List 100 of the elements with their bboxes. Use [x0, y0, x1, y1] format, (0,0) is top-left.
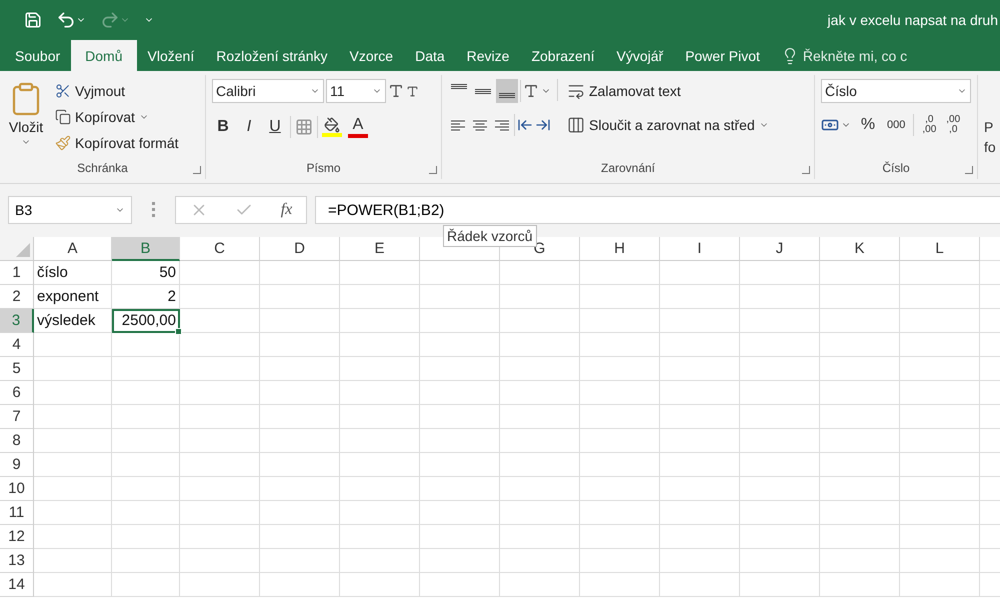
table-cell[interactable]	[500, 381, 580, 405]
grow-font-icon[interactable]	[388, 83, 404, 99]
table-cell[interactable]	[420, 285, 500, 309]
table-cell[interactable]	[580, 261, 660, 285]
table-cell[interactable]	[500, 525, 580, 549]
table-cell[interactable]	[420, 429, 500, 453]
table-cell[interactable]	[900, 405, 980, 429]
table-cell[interactable]	[820, 525, 900, 549]
font-name-field[interactable]: Calibri	[212, 79, 324, 103]
table-cell[interactable]	[900, 333, 980, 357]
table-cell[interactable]	[900, 309, 980, 333]
table-cell[interactable]	[260, 381, 340, 405]
table-cell[interactable]	[34, 573, 112, 597]
column-header[interactable]: H	[580, 237, 660, 261]
table-cell[interactable]	[660, 573, 740, 597]
ribbon-label[interactable]: P	[984, 119, 994, 135]
table-cell[interactable]	[580, 309, 660, 333]
table-cell[interactable]	[260, 333, 340, 357]
table-cell[interactable]	[260, 261, 340, 285]
table-cell[interactable]	[820, 357, 900, 381]
table-cell[interactable]	[580, 357, 660, 381]
table-cell[interactable]	[420, 261, 500, 285]
row-header[interactable]: 4	[0, 333, 34, 357]
table-cell[interactable]	[660, 381, 740, 405]
table-cell[interactable]	[420, 573, 500, 597]
table-cell[interactable]	[900, 573, 980, 597]
table-cell[interactable]	[660, 261, 740, 285]
table-cell[interactable]	[740, 477, 820, 501]
table-cell[interactable]	[660, 429, 740, 453]
underline-button[interactable]: U	[264, 115, 286, 139]
table-cell[interactable]	[112, 549, 180, 573]
table-cell[interactable]	[420, 309, 500, 333]
paste-button[interactable]: Vložit	[6, 79, 46, 157]
number-format-field[interactable]: Číslo	[821, 79, 971, 103]
table-cell[interactable]	[260, 525, 340, 549]
table-cell[interactable]	[34, 501, 112, 525]
table-cell[interactable]	[740, 309, 820, 333]
table-cell[interactable]	[740, 405, 820, 429]
table-cell[interactable]	[112, 501, 180, 525]
row-header[interactable]: 5	[0, 357, 34, 381]
row-header[interactable]: 6	[0, 381, 34, 405]
table-cell[interactable]	[112, 525, 180, 549]
ribbon-tab[interactable]: Data	[404, 40, 456, 71]
table-cell[interactable]	[660, 501, 740, 525]
table-cell[interactable]	[112, 573, 180, 597]
column-header[interactable]: D	[260, 237, 340, 261]
table-cell[interactable]	[580, 381, 660, 405]
table-cell[interactable]	[180, 477, 260, 501]
table-cell[interactable]	[340, 501, 420, 525]
table-cell[interactable]	[34, 357, 112, 381]
table-cell[interactable]	[340, 261, 420, 285]
table-cell[interactable]	[260, 285, 340, 309]
tell-me-field[interactable]: Řekněte mi, co c	[802, 48, 908, 64]
table-cell[interactable]	[500, 261, 580, 285]
table-cell[interactable]	[500, 453, 580, 477]
font-size-field[interactable]: 11	[326, 79, 386, 103]
table-cell[interactable]	[900, 261, 980, 285]
row-header[interactable]: 9	[0, 453, 34, 477]
table-cell[interactable]	[180, 381, 260, 405]
table-cell[interactable]	[580, 573, 660, 597]
table-cell[interactable]	[112, 405, 180, 429]
merge-center-button[interactable]: Sloučit a zarovnat na střed	[564, 113, 772, 137]
table-cell[interactable]	[660, 477, 740, 501]
table-cell[interactable]	[340, 477, 420, 501]
ribbon-tab[interactable]: Vzorce	[338, 40, 404, 71]
table-cell[interactable]	[900, 501, 980, 525]
table-cell[interactable]	[740, 357, 820, 381]
table-cell[interactable]	[260, 501, 340, 525]
fill-color-icon[interactable]	[322, 117, 342, 137]
ribbon-label[interactable]: fo	[984, 139, 996, 155]
formula-field[interactable]: =POWER(B1;B2)	[315, 196, 1000, 224]
table-cell[interactable]	[340, 333, 420, 357]
ribbon-tab[interactable]: Vývojář	[606, 40, 674, 71]
launcher-icon[interactable]	[429, 166, 437, 174]
table-cell[interactable]	[500, 477, 580, 501]
copy-button[interactable]: Kopírovat	[52, 105, 182, 129]
font-color-button[interactable]: A	[346, 115, 370, 139]
table-cell[interactable]: 2500,00	[112, 309, 180, 333]
increase-decimal-button[interactable]: ,0 ,00	[920, 115, 938, 135]
table-cell[interactable]	[340, 525, 420, 549]
table-cell[interactable]	[660, 357, 740, 381]
table-cell[interactable]	[900, 525, 980, 549]
launcher-icon[interactable]	[802, 166, 810, 174]
row-header[interactable]: 14	[0, 573, 34, 597]
table-cell[interactable]	[500, 501, 580, 525]
row-header[interactable]: 12	[0, 525, 34, 549]
table-cell[interactable]	[34, 477, 112, 501]
table-cell[interactable]	[820, 381, 900, 405]
launcher-icon[interactable]	[193, 166, 201, 174]
table-cell[interactable]	[660, 525, 740, 549]
table-cell[interactable]: výsledek	[34, 309, 112, 333]
column-header[interactable]: J	[740, 237, 820, 261]
table-cell[interactable]	[112, 357, 180, 381]
cut-button[interactable]: Vyjmout	[52, 79, 182, 103]
table-cell[interactable]: 2	[112, 285, 180, 309]
table-cell[interactable]	[740, 453, 820, 477]
table-cell[interactable]	[740, 429, 820, 453]
table-cell[interactable]	[740, 381, 820, 405]
table-cell[interactable]	[180, 357, 260, 381]
table-cell[interactable]	[180, 405, 260, 429]
